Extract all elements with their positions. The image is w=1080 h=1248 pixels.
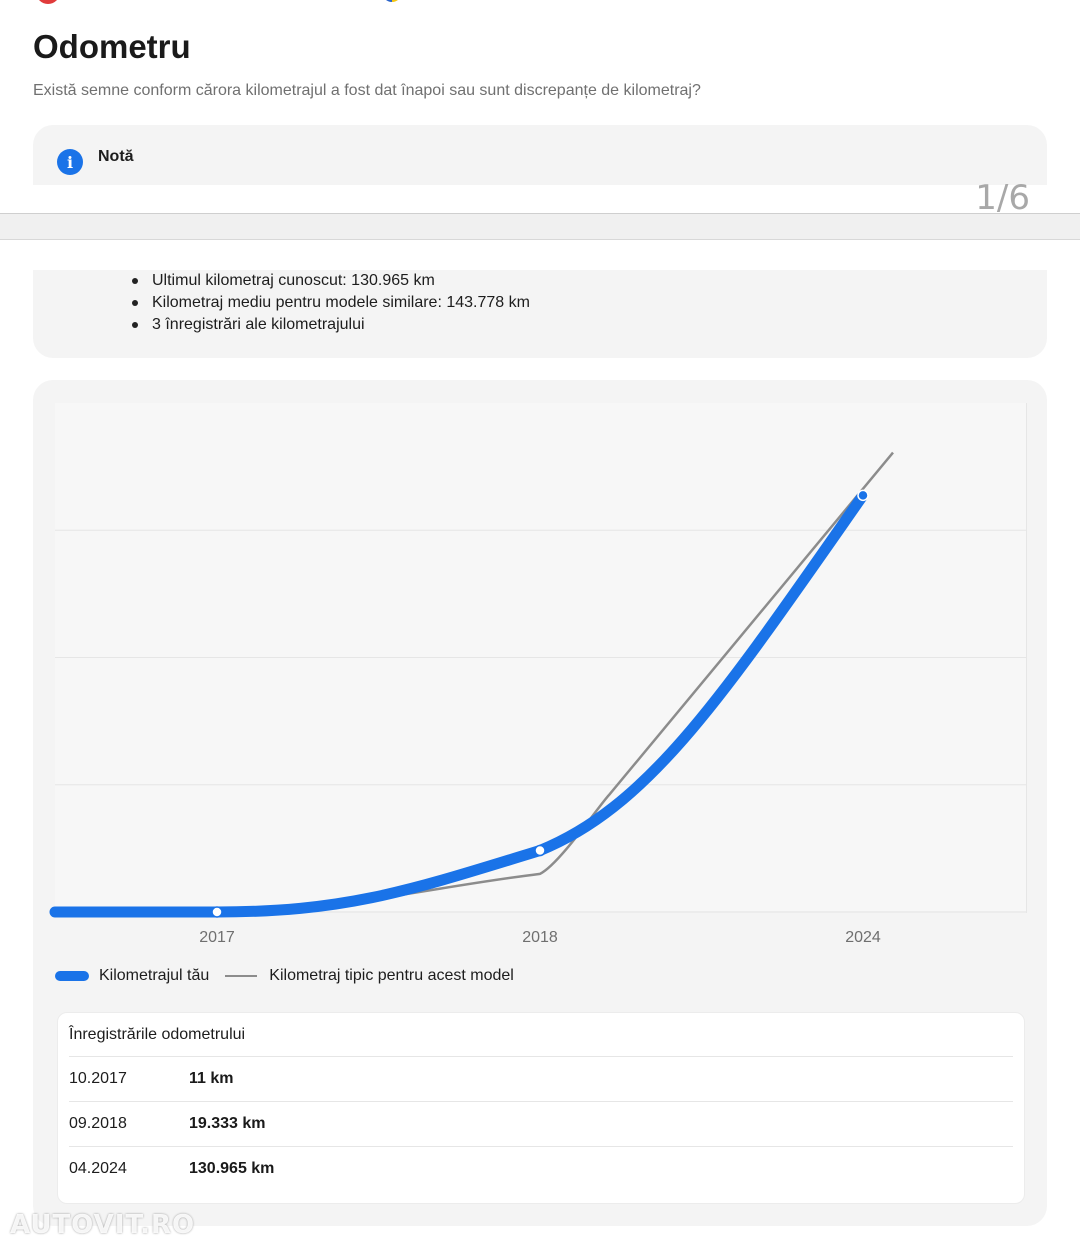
chart-series-your-line: [49, 489, 869, 918]
chart-point: [534, 844, 546, 857]
record-date: 04.2024: [69, 1160, 127, 1177]
odometer-records-table: Înregistrările odometrului 10.2017 11 km…: [57, 1012, 1025, 1204]
legend-swatch-typical: [225, 975, 258, 977]
chart-point: [211, 906, 223, 918]
record-km: 11 km: [189, 1070, 234, 1087]
watermark: AUTOVIT.RO: [10, 1210, 196, 1240]
record-date: 10.2017: [69, 1070, 127, 1087]
legend-swatch-your: [55, 971, 89, 981]
table-row: 04.2024 130.965 km: [69, 1146, 1013, 1192]
record-km: 130.965 km: [189, 1160, 275, 1177]
chart-x-tick-label: 2017: [199, 929, 235, 946]
table-row: 10.2017 11 km: [69, 1056, 1013, 1102]
chart-point: [857, 489, 869, 502]
chart-legend: Kilometrajul tău Kilometraj tipic pentru…: [55, 967, 514, 985]
chart-series-typical-line: [55, 451, 894, 914]
records-title: Înregistrările odometrului: [69, 1026, 246, 1043]
legend-label-typical: Kilometraj tipic pentru acest model: [269, 967, 514, 984]
chart-x-tick-label: 2024: [845, 929, 881, 946]
legend-label-your: Kilometrajul tău: [99, 967, 210, 984]
record-km: 19.333 km: [189, 1115, 266, 1132]
table-row: 09.2018 19.333 km: [69, 1101, 1013, 1147]
chart-x-tick-label: 2018: [522, 929, 558, 946]
record-date: 09.2018: [69, 1115, 127, 1132]
